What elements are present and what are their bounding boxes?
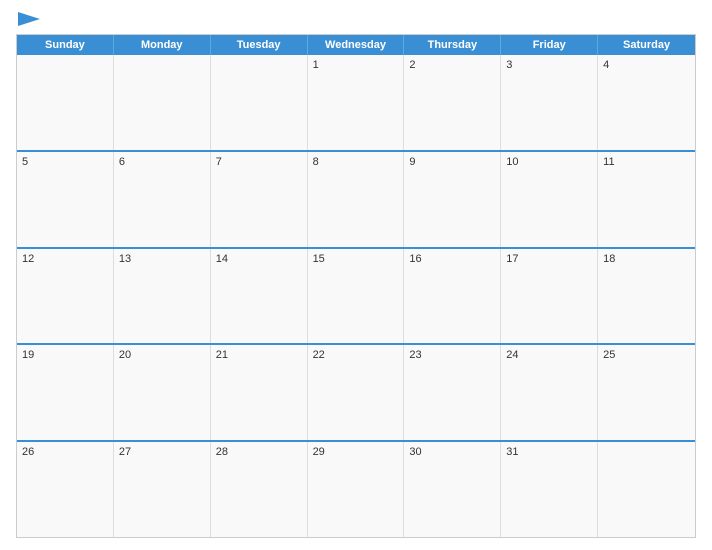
calendar-cell: 9 bbox=[404, 152, 501, 247]
day-number: 24 bbox=[506, 349, 518, 361]
calendar-cell: 16 bbox=[404, 249, 501, 344]
calendar-page: Sunday Monday Tuesday Wednesday Thursday… bbox=[0, 0, 712, 550]
calendar-cell: 19 bbox=[17, 345, 114, 440]
calendar-cell: 21 bbox=[211, 345, 308, 440]
day-number: 5 bbox=[22, 156, 28, 168]
day-number: 2 bbox=[409, 59, 415, 71]
calendar-cell: 3 bbox=[501, 55, 598, 150]
calendar-header: Sunday Monday Tuesday Wednesday Thursday… bbox=[17, 35, 695, 55]
calendar-cell: 1 bbox=[308, 55, 405, 150]
day-number: 20 bbox=[119, 349, 131, 361]
day-number: 17 bbox=[506, 253, 518, 265]
calendar-cell: 20 bbox=[114, 345, 211, 440]
header-thursday: Thursday bbox=[404, 35, 501, 55]
calendar-cell: 15 bbox=[308, 249, 405, 344]
calendar-cell bbox=[598, 442, 695, 537]
calendar-cell: 27 bbox=[114, 442, 211, 537]
day-number: 29 bbox=[313, 446, 325, 458]
day-number: 22 bbox=[313, 349, 325, 361]
header-wednesday: Wednesday bbox=[308, 35, 405, 55]
day-number: 26 bbox=[22, 446, 34, 458]
calendar-cell: 30 bbox=[404, 442, 501, 537]
calendar-cell: 5 bbox=[17, 152, 114, 247]
day-number: 7 bbox=[216, 156, 222, 168]
header-saturday: Saturday bbox=[598, 35, 695, 55]
day-number: 25 bbox=[603, 349, 615, 361]
calendar-cell: 4 bbox=[598, 55, 695, 150]
day-number: 19 bbox=[22, 349, 34, 361]
calendar-week-1: 1 2 3 4 bbox=[17, 55, 695, 150]
day-number: 14 bbox=[216, 253, 228, 265]
day-number: 28 bbox=[216, 446, 228, 458]
logo bbox=[16, 12, 40, 26]
day-number: 11 bbox=[603, 156, 614, 168]
day-number: 30 bbox=[409, 446, 421, 458]
calendar-cell: 11 bbox=[598, 152, 695, 247]
day-number: 13 bbox=[119, 253, 131, 265]
calendar-cell: 12 bbox=[17, 249, 114, 344]
calendar-week-2: 5 6 7 8 9 10 11 bbox=[17, 150, 695, 247]
day-number: 4 bbox=[603, 59, 609, 71]
day-number: 12 bbox=[22, 253, 34, 265]
day-number: 15 bbox=[313, 253, 325, 265]
calendar-cell: 10 bbox=[501, 152, 598, 247]
day-number: 10 bbox=[506, 156, 518, 168]
calendar-cell: 29 bbox=[308, 442, 405, 537]
calendar-cell: 14 bbox=[211, 249, 308, 344]
header bbox=[16, 12, 696, 26]
header-monday: Monday bbox=[114, 35, 211, 55]
calendar-cell: 31 bbox=[501, 442, 598, 537]
logo-flag-icon bbox=[18, 12, 40, 26]
calendar-cell bbox=[17, 55, 114, 150]
header-tuesday: Tuesday bbox=[211, 35, 308, 55]
day-number: 9 bbox=[409, 156, 415, 168]
day-number: 27 bbox=[119, 446, 131, 458]
day-number: 16 bbox=[409, 253, 421, 265]
calendar-cell: 24 bbox=[501, 345, 598, 440]
calendar-body: 1234567891011121314151617181920212223242… bbox=[17, 55, 695, 537]
header-sunday: Sunday bbox=[17, 35, 114, 55]
day-number: 3 bbox=[506, 59, 512, 71]
calendar-cell: 13 bbox=[114, 249, 211, 344]
calendar-cell: 18 bbox=[598, 249, 695, 344]
calendar-cell: 25 bbox=[598, 345, 695, 440]
calendar-cell: 22 bbox=[308, 345, 405, 440]
day-number: 6 bbox=[119, 156, 125, 168]
day-number: 18 bbox=[603, 253, 615, 265]
day-number: 21 bbox=[216, 349, 228, 361]
calendar-cell bbox=[114, 55, 211, 150]
calendar-cell: 6 bbox=[114, 152, 211, 247]
calendar-cell: 28 bbox=[211, 442, 308, 537]
day-number: 8 bbox=[313, 156, 319, 168]
calendar-cell: 26 bbox=[17, 442, 114, 537]
header-friday: Friday bbox=[501, 35, 598, 55]
day-number: 1 bbox=[313, 59, 319, 71]
day-number: 31 bbox=[506, 446, 518, 458]
calendar-cell: 8 bbox=[308, 152, 405, 247]
calendar-cell bbox=[211, 55, 308, 150]
calendar-cell: 17 bbox=[501, 249, 598, 344]
calendar-cell: 2 bbox=[404, 55, 501, 150]
calendar-cell: 7 bbox=[211, 152, 308, 247]
calendar-week-4: 19 20 21 22 23 24 25 bbox=[17, 343, 695, 440]
day-number: 23 bbox=[409, 349, 421, 361]
calendar-grid: Sunday Monday Tuesday Wednesday Thursday… bbox=[16, 34, 696, 538]
calendar-week-5: 26 27 28 29 30 31 bbox=[17, 440, 695, 537]
calendar-cell: 23 bbox=[404, 345, 501, 440]
calendar-week-3: 12 13 14 15 16 17 18 bbox=[17, 247, 695, 344]
